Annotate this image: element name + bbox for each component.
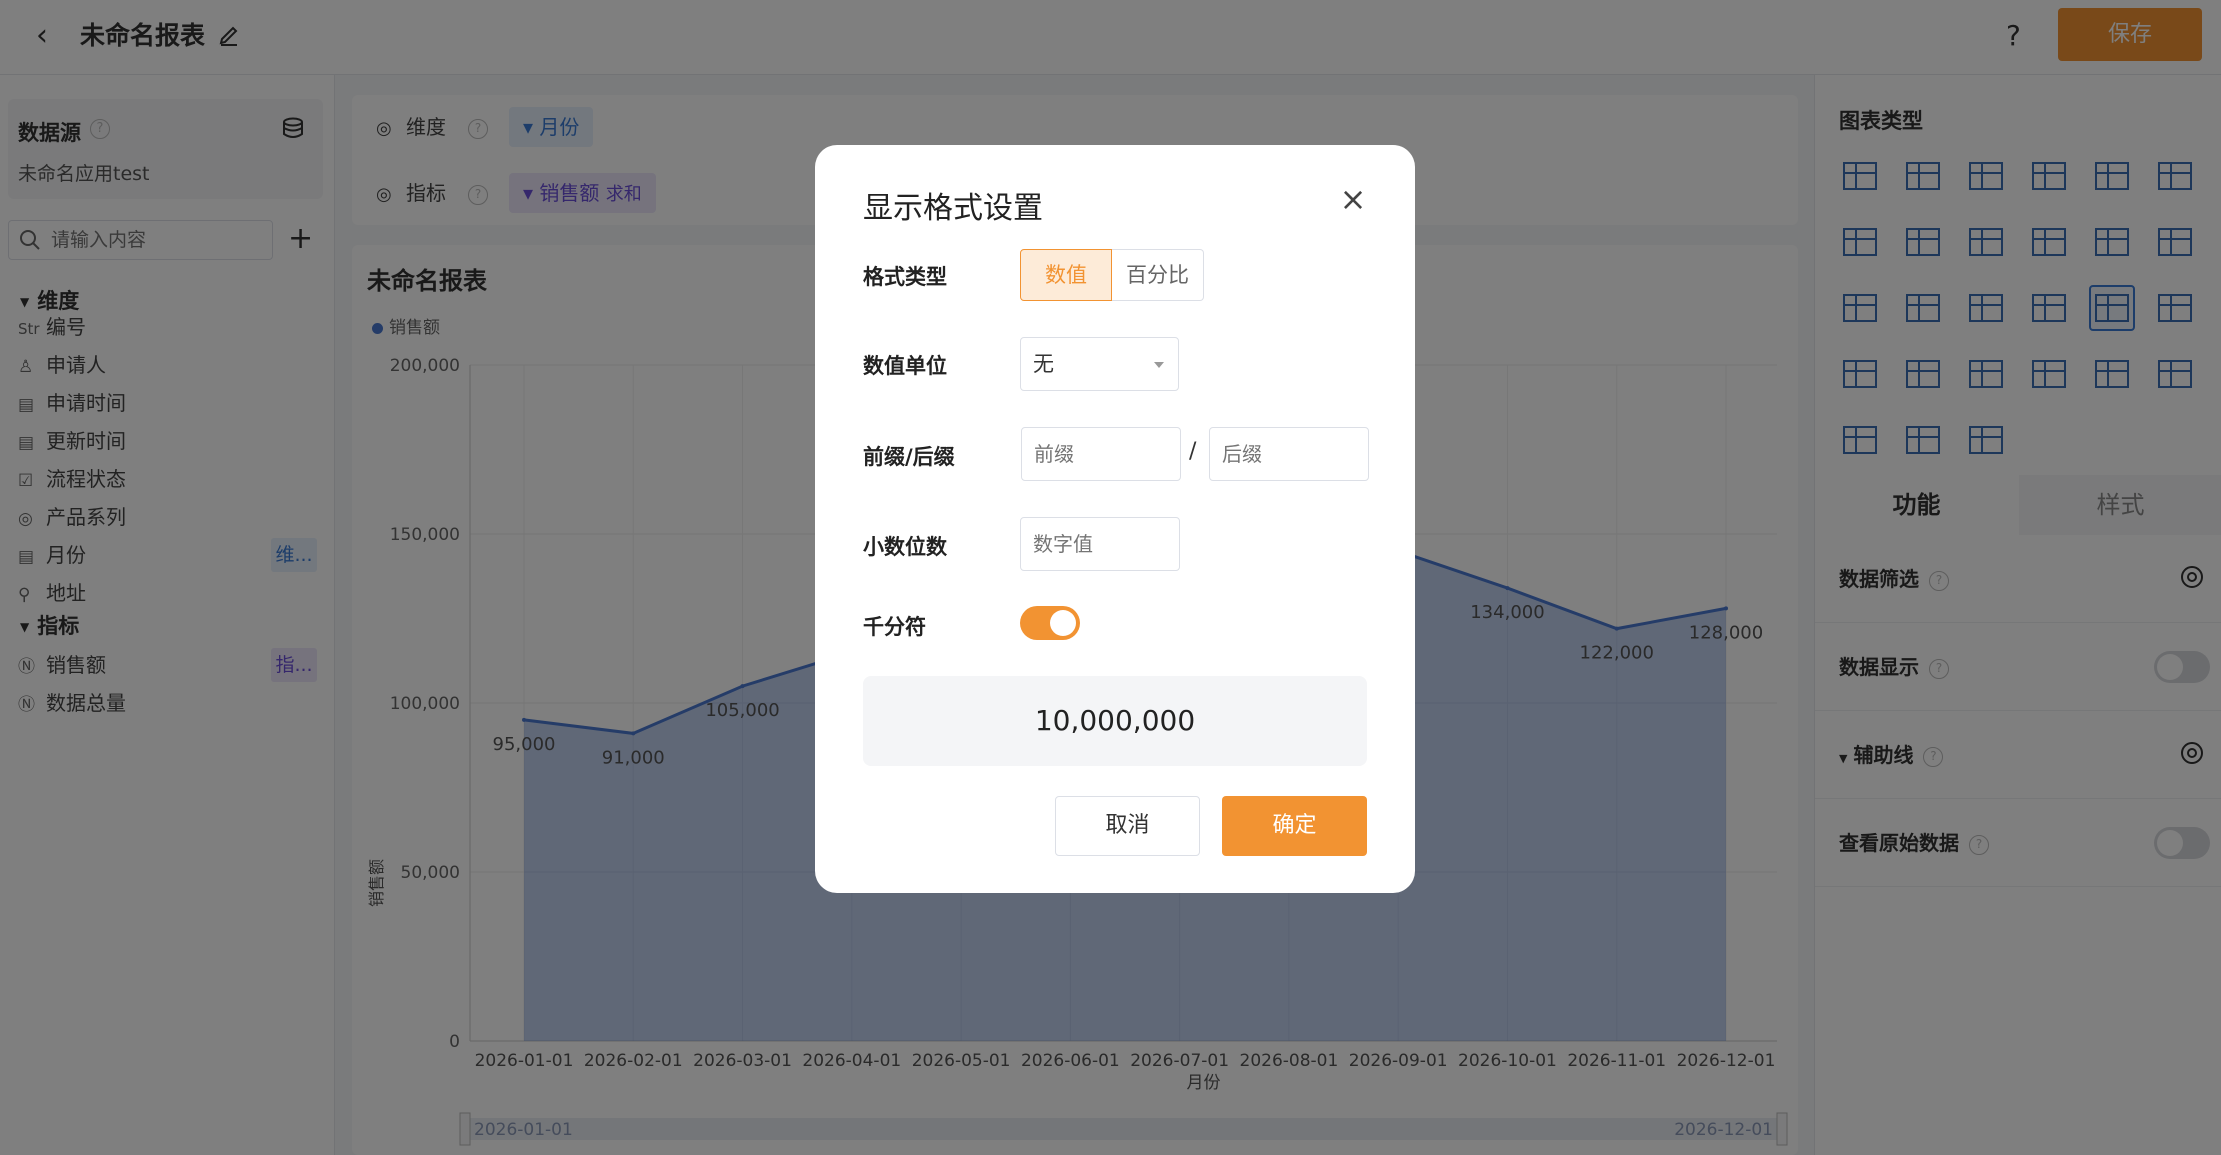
unit-label: 数值单位 [863,354,947,378]
format-preview: 10,000,000 [863,676,1367,766]
cancel-button[interactable]: 取消 [1055,796,1200,856]
format-settings-dialog: 显示格式设置 × 格式类型 数值 百分比 数值单位 无 前缀/后缀 / 小数位数… [815,145,1415,893]
unit-select-value: 无 [1033,352,1054,376]
thousands-label: 千分符 [863,615,926,639]
decimal-input[interactable] [1020,517,1180,571]
thousands-toggle[interactable] [1020,606,1080,640]
unit-select[interactable]: 无 [1020,337,1179,391]
format-type-segment: 数值 百分比 [1020,249,1204,301]
format-value-option[interactable]: 数值 [1020,249,1112,301]
confirm-button[interactable]: 确定 [1222,796,1367,856]
decimal-label: 小数位数 [863,535,947,559]
format-type-label: 格式类型 [863,265,947,289]
prefix-suffix-label: 前缀/后缀 [863,445,955,469]
close-icon[interactable]: × [1335,181,1371,217]
prefix-input[interactable] [1021,427,1181,481]
suffix-input[interactable] [1209,427,1369,481]
dialog-title: 显示格式设置 [863,191,1043,226]
separator-slash: / [1189,439,1197,464]
chevron-down-icon [1154,362,1164,368]
format-percent-option[interactable]: 百分比 [1112,249,1204,301]
